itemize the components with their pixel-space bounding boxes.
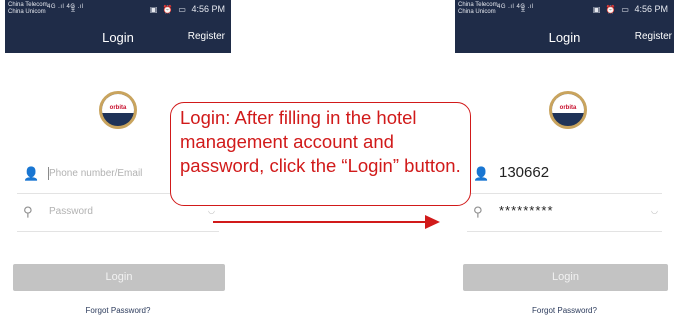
register-link[interactable]: Register [188, 31, 225, 42]
key-icon: ⚲ [473, 204, 483, 219]
alarm-icon: ⏰ [605, 5, 616, 14]
download-icon: ⤓ [71, 3, 75, 13]
battery-icon: ▭ [178, 5, 186, 14]
password-input[interactable]: ********* [499, 203, 554, 218]
app-logo: orbita [549, 91, 587, 129]
annotation-text: Login: After filling in the hotel manage… [180, 107, 461, 176]
user-icon: 👤 [23, 166, 40, 181]
signal-icon: 4G .ıl 4G .ıl [47, 4, 84, 10]
eye-icon[interactable]: ◡ [651, 206, 658, 215]
status-icons: ▣ ⏰ ▭ 4:56 PM [593, 4, 668, 14]
status-bar: China Telecom China Unicom 4G .ıl 4G .ıl… [455, 0, 674, 21]
logo-text: orbita [109, 105, 127, 111]
key-icon: ⚲ [23, 204, 33, 219]
download-icon: ⤓ [521, 3, 525, 13]
battery-icon: ▭ [621, 5, 629, 14]
vibrate-icon: ▣ [592, 5, 601, 14]
signal-icon: 4G .ıl 4G .ıl [497, 4, 534, 10]
app-logo: orbita [99, 91, 137, 129]
phone-email-field[interactable]: 👤 130662 [467, 156, 662, 194]
carrier-names: China Telecom China Unicom [8, 2, 48, 16]
forgot-password-link[interactable]: Forgot Password? [5, 306, 231, 315]
status-time: 4:56 PM [191, 4, 225, 14]
status-icons: ▣ ⏰ ▭ 4:56 PM [150, 4, 225, 14]
phone-email-input[interactable]: Phone number/Email [49, 168, 142, 179]
carrier-label: China Unicom [458, 9, 496, 15]
vibrate-icon: ▣ [149, 5, 158, 14]
register-link[interactable]: Register [635, 31, 672, 42]
forgot-password-link[interactable]: Forgot Password? [455, 306, 674, 315]
password-input[interactable]: Password [49, 206, 93, 217]
carrier-label: China Unicom [8, 9, 46, 15]
logo-text: orbita [559, 105, 577, 111]
login-button[interactable]: Login [13, 264, 225, 291]
status-bar: China Telecom China Unicom 4G .ıl 4G .ıl… [5, 0, 231, 21]
login-button[interactable]: Login [463, 264, 668, 291]
phone-email-input[interactable]: 130662 [499, 164, 549, 181]
app-bar: Login Register [455, 21, 674, 53]
carrier-names: China Telecom China Unicom [458, 2, 498, 16]
phone-screen-filled: China Telecom China Unicom 4G .ıl 4G .ıl… [455, 0, 674, 319]
status-time: 4:56 PM [634, 4, 668, 14]
carrier-label: China Telecom [458, 2, 498, 8]
password-field[interactable]: ⚲ ********* ◡ [467, 194, 662, 232]
arrow-right-icon [213, 215, 440, 229]
user-icon: 👤 [473, 166, 490, 181]
alarm-icon: ⏰ [162, 5, 173, 14]
annotation-callout: Login: After filling in the hotel manage… [170, 102, 471, 206]
app-bar: Login Register [5, 21, 231, 53]
carrier-label: China Telecom [8, 2, 48, 8]
